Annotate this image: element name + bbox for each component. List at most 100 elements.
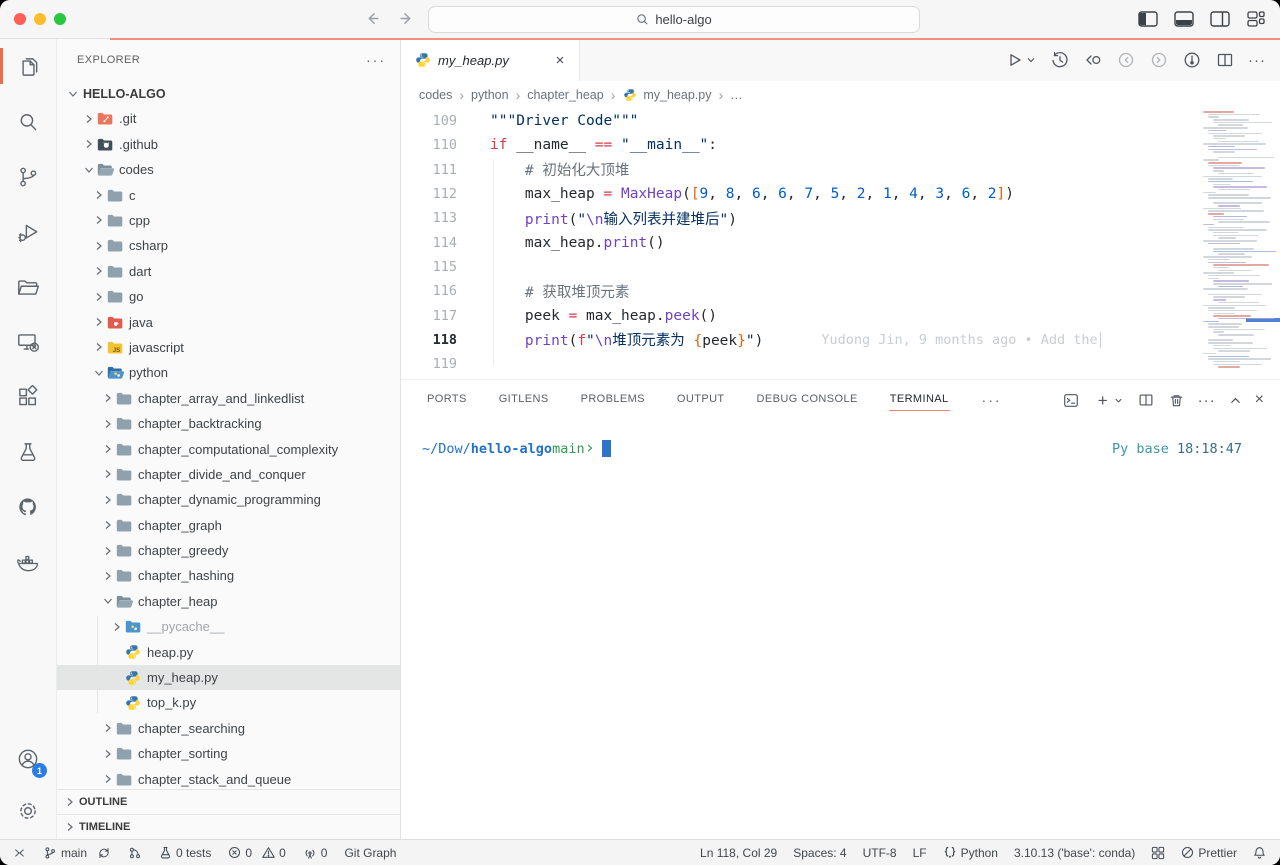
split-terminal-button[interactable] (1137, 391, 1155, 409)
activity-item-search[interactable] (0, 94, 56, 149)
run-dropdown-button[interactable] (1025, 54, 1037, 66)
toggle-secondary-sidebar-button[interactable] (1208, 7, 1232, 31)
status-indentation[interactable]: Spaces: 4 (793, 846, 846, 860)
status-python-interpreter[interactable]: 3.10.13 ('base': conda) (1014, 846, 1135, 860)
code-line-118[interactable]: 118 print(f"\n堆顶元素为 {peek}")Yudong Jin, … (401, 328, 1280, 352)
code-line-113[interactable]: 113 print("\n输入列表并建堆后") (401, 206, 1280, 230)
toggle-primary-sidebar-button[interactable] (1136, 7, 1160, 31)
panel-tab-debug-console[interactable]: DEBUG CONSOLE (756, 389, 859, 411)
tree-item-.github[interactable]: .github (57, 132, 400, 157)
tree-item-chapter_graph[interactable]: chapter_graph (57, 512, 400, 537)
activity-item-source-control[interactable] (0, 149, 56, 204)
panel-more-actions-button[interactable]: ··· (1198, 392, 1216, 409)
status-encoding[interactable]: UTF-8 (863, 846, 897, 860)
close-panel-button[interactable]: × (1255, 391, 1264, 409)
code-line-119[interactable]: 119 (401, 352, 1280, 376)
minimize-window-button[interactable] (34, 13, 46, 25)
customize-layout-button[interactable] (1244, 7, 1268, 31)
status-branch[interactable]: main (43, 846, 111, 860)
open-changes-button[interactable] (1083, 50, 1103, 70)
kill-terminal-button[interactable] (1168, 392, 1185, 409)
run-button[interactable] (1004, 50, 1024, 70)
tree-item-top_k.py[interactable]: top_k.py (57, 690, 400, 715)
minimap[interactable] (1195, 109, 1280, 379)
breadcrumb-item-chapter_heap[interactable]: chapter_heap (527, 88, 603, 102)
activity-item-run-debug[interactable] (0, 204, 56, 259)
code-line-115[interactable]: 115 (401, 255, 1280, 279)
panel-tabs-overflow-button[interactable]: ··· (982, 392, 1002, 408)
code-line-111[interactable]: 111 # 初始化大顶堆 (401, 158, 1280, 182)
code-editor[interactable]: 109"""Driver Code"""110if __name__ == "_… (401, 109, 1280, 379)
status-ports[interactable] (1151, 846, 1165, 860)
timeline-section-header[interactable]: TIMELINE (57, 814, 400, 839)
tree-item-chapter_backtracking[interactable]: chapter_backtracking (57, 411, 400, 436)
status-language-mode[interactable]: Python (943, 846, 998, 860)
terminal[interactable]: ~/Dow/hello-algo main ›Py base 18:18:47 (401, 420, 1280, 839)
panel-tab-problems[interactable]: PROBLEMS (580, 389, 646, 411)
activity-item-docker[interactable] (0, 534, 56, 589)
activity-item-github[interactable] (0, 479, 56, 534)
close-tab-button[interactable]: × (551, 52, 569, 69)
tree-item-my_heap.py[interactable]: my_heap.py (57, 665, 400, 690)
settings-gear-button[interactable] (0, 785, 56, 837)
tree-item-codes[interactable]: codes (57, 157, 400, 182)
tree-item-chapter_array_and_linkedlist[interactable]: chapter_array_and_linkedlist (57, 386, 400, 411)
tree-item-go[interactable]: go (57, 284, 400, 309)
code-line-112[interactable]: 112 max_heap = MaxHeap([9, 8, 6, 6, 7, 5… (401, 182, 1280, 206)
breadcrumb-item-codes[interactable]: codes (419, 88, 452, 102)
status-git-graph[interactable]: Git Graph (344, 846, 396, 860)
zoom-window-button[interactable] (54, 13, 66, 25)
maximize-panel-button[interactable] (1229, 394, 1242, 407)
tree-item-c[interactable]: c (57, 182, 400, 207)
status-cursor-position[interactable]: Ln 118, Col 29 (700, 846, 777, 860)
tree-item-python[interactable]: python (57, 360, 400, 385)
tree-item-chapter_sorting[interactable]: chapter_sorting (57, 741, 400, 766)
status-notifications[interactable] (1253, 846, 1266, 860)
tree-item-HELLO-ALGO[interactable]: HELLO-ALGO (57, 81, 400, 106)
tree-item-dart[interactable]: dart (57, 259, 400, 284)
panel-tab-ports[interactable]: PORTS (426, 389, 468, 411)
next-change-button[interactable] (1149, 50, 1169, 70)
tree-item-chapter_heap[interactable]: chapter_heap (57, 589, 400, 614)
breadcrumb-item-[interactable]: … (730, 88, 743, 102)
split-editor-button[interactable] (1215, 50, 1235, 70)
code-line-114[interactable]: 114 max_heap.print() (401, 230, 1280, 254)
previous-change-button[interactable] (1116, 50, 1136, 70)
code-line-110[interactable]: 110if __name__ == "__main__": (401, 133, 1280, 157)
commit-graph-button[interactable] (1182, 50, 1202, 70)
terminal-shell-item[interactable] (1062, 392, 1085, 409)
tree-item-chapter_dynamic_programming[interactable]: chapter_dynamic_programming (57, 487, 400, 512)
tree-item-chapter_stack_and_queue[interactable]: chapter_stack_and_queue (57, 766, 400, 789)
status-commit-graph[interactable] (128, 846, 142, 860)
status-feedback[interactable]: 0 (303, 846, 328, 860)
tree-item-heap.py[interactable]: heap.py (57, 639, 400, 664)
status-remote[interactable] (12, 846, 26, 860)
command-center-search[interactable]: hello-algo (428, 6, 920, 33)
code-line-116[interactable]: 116 # 获取堆顶元素 (401, 279, 1280, 303)
tree-item-chapter_computational_complexity[interactable]: chapter_computational_complexity (57, 436, 400, 461)
back-button[interactable] (362, 8, 382, 28)
panel-tab-gitlens[interactable]: GITLENS (498, 389, 550, 411)
status-eol[interactable]: LF (913, 846, 927, 860)
outline-section-header[interactable]: OUTLINE (57, 789, 400, 814)
activity-item-extensions[interactable] (0, 369, 56, 424)
file-history-button[interactable] (1050, 50, 1070, 70)
panel-tab-terminal[interactable]: TERMINAL (889, 389, 950, 411)
breadcrumb-item-python[interactable]: python (471, 88, 509, 102)
tree-item-__pycache__[interactable]: __pycache__ (57, 614, 400, 639)
more-editor-actions-button[interactable]: ··· (1248, 52, 1266, 69)
panel-tab-output[interactable]: OUTPUT (676, 389, 726, 411)
tree-item-chapter_searching[interactable]: chapter_searching (57, 716, 400, 741)
tree-item-java[interactable]: java (57, 309, 400, 334)
accounts-button[interactable]: 1 (0, 733, 56, 785)
code-line-117[interactable]: 117 peek = max_heap.peek() (401, 303, 1280, 327)
activity-item-explorer[interactable] (0, 39, 56, 94)
editor-tab-my-heap[interactable]: my_heap.py × (401, 39, 580, 81)
tree-item-csharp[interactable]: csharp (57, 233, 400, 258)
forward-button[interactable] (396, 8, 416, 28)
toggle-panel-button[interactable] (1172, 7, 1196, 31)
tree-item-.git[interactable]: .git (57, 106, 400, 131)
breadcrumb-item-my_heap.py[interactable]: my_heap.py (622, 87, 711, 103)
activity-item-remote-explorer[interactable] (0, 314, 56, 369)
tree-item-cpp[interactable]: cpp (57, 208, 400, 233)
